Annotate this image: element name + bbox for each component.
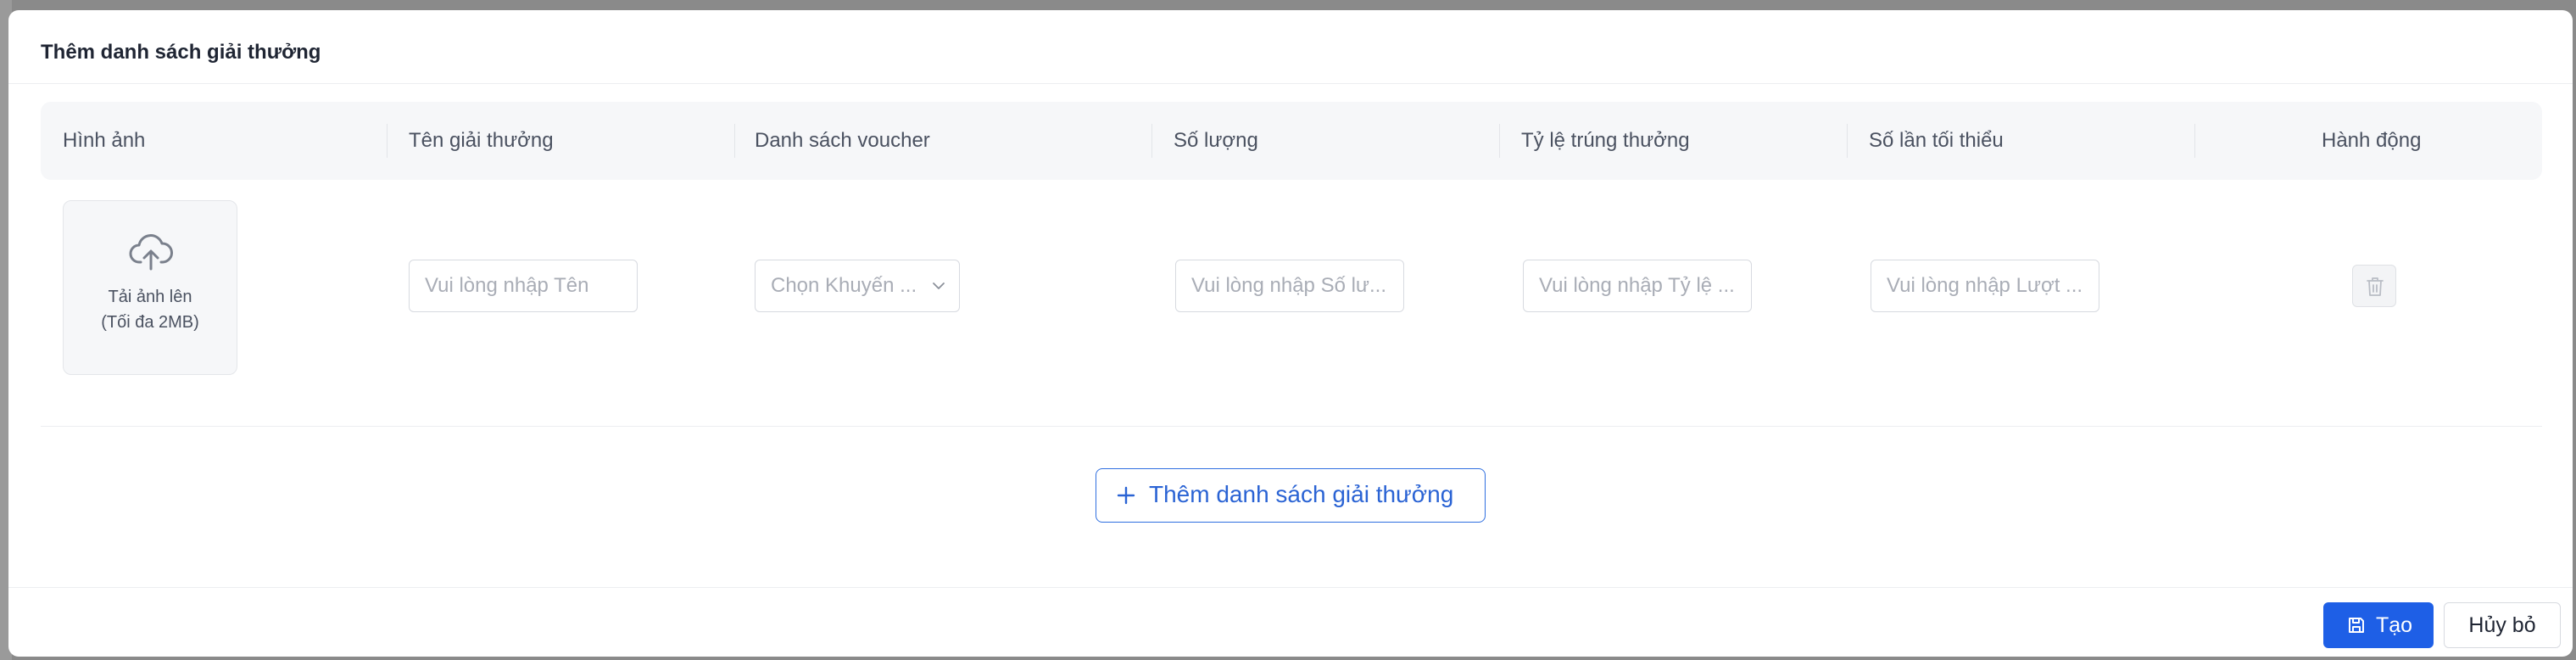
create-button-label: Tạo: [2376, 613, 2413, 637]
column-separator: [387, 124, 388, 158]
modal-title: Thêm danh sách giải thưởng: [41, 41, 321, 64]
column-header-voucher-list: Danh sách voucher: [755, 129, 930, 152]
column-separator: [2194, 124, 2195, 158]
chevron-down-icon: [933, 282, 945, 289]
row-divider: [41, 426, 2542, 427]
trash-icon: [2367, 277, 2384, 296]
column-header-quantity: Số lượng: [1174, 129, 1258, 152]
column-header-min-times: Số lần tối thiểu: [1869, 129, 2004, 152]
voucher-select-placeholder: Chọn Khuyến ...: [771, 274, 917, 297]
column-separator: [1499, 124, 1500, 158]
create-button[interactable]: Tạo: [2323, 602, 2434, 648]
footer-divider: [8, 587, 2573, 588]
column-separator: [734, 124, 735, 158]
column-header-image: Hình ảnh: [63, 129, 146, 152]
add-prize-list-label: Thêm danh sách giải thưởng: [1149, 481, 1454, 507]
image-upload-button[interactable]: Tải ảnh lên (Tối đa 2MB): [63, 200, 237, 375]
cancel-button[interactable]: Hủy bỏ: [2444, 602, 2561, 648]
min-times-input[interactable]: Vui lòng nhập Lượt ...: [1871, 260, 2099, 312]
column-separator: [1151, 124, 1152, 158]
add-prize-list-button[interactable]: Thêm danh sách giải thưởng: [1096, 468, 1486, 523]
plus-icon: [1117, 486, 1135, 505]
column-header-prize-name: Tên giải thưởng: [409, 129, 554, 152]
cloud-upload-icon: [129, 234, 173, 271]
upload-label: Tải ảnh lên: [108, 288, 192, 306]
delete-row-button[interactable]: [2352, 265, 2396, 307]
column-separator: [1847, 124, 1848, 158]
add-prize-list-modal: Thêm danh sách giải thưởng Hình ảnh Tên …: [8, 10, 2573, 657]
win-rate-input[interactable]: Vui lòng nhập Tỷ lệ ...: [1523, 260, 1752, 312]
column-header-actions: Hành động: [2322, 129, 2422, 152]
quantity-input[interactable]: Vui lòng nhập Số lư...: [1175, 260, 1404, 312]
table-header: Hình ảnh Tên giải thưởng Danh sách vouch…: [41, 102, 2542, 180]
upload-size-hint: (Tối đa 2MB): [101, 313, 199, 332]
voucher-select[interactable]: Chọn Khuyến ...: [755, 260, 960, 312]
save-icon: [2349, 618, 2364, 633]
header-divider: [8, 83, 2573, 84]
column-header-win-rate: Tỷ lệ trúng thưởng: [1521, 129, 1690, 152]
prize-name-input[interactable]: [409, 260, 638, 312]
